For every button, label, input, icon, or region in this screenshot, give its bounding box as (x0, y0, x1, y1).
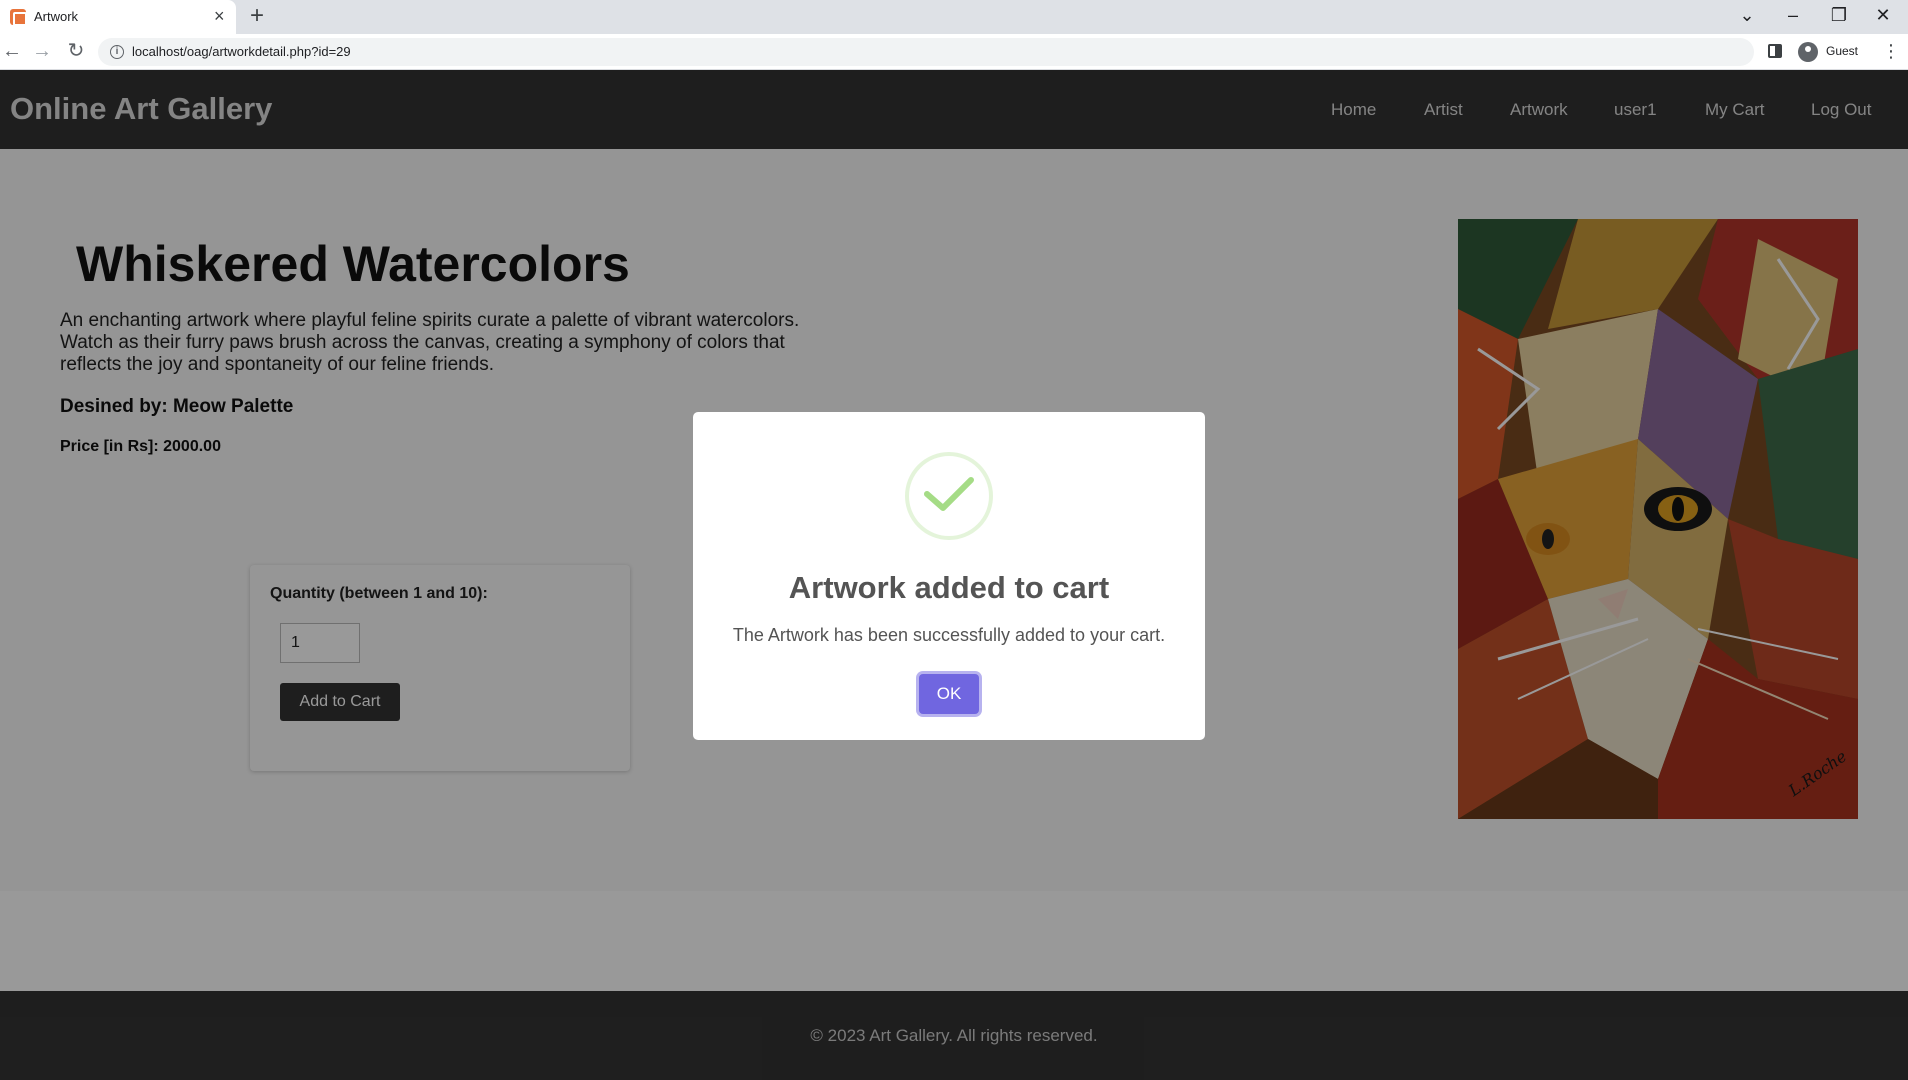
ok-button[interactable]: OK (919, 674, 979, 714)
profile-name: Guest (1826, 44, 1859, 58)
browser-toolbar: ← → ↻ i localhost/oag/artworkdetail.php?… (0, 34, 1908, 70)
side-panel-icon[interactable] (1768, 44, 1782, 58)
avatar-icon (1798, 42, 1818, 62)
browser-tab[interactable]: Artwork × (0, 0, 236, 34)
success-dialog: Artwork added to cart The Artwork has be… (693, 412, 1205, 740)
tab-title: Artwork (34, 9, 79, 24)
back-icon[interactable]: ← (0, 40, 24, 62)
forward-icon[interactable]: → (30, 40, 54, 62)
restore-icon[interactable]: ❐ (1824, 4, 1854, 26)
profile-button[interactable]: Guest (1792, 38, 1888, 66)
dialog-title: Artwork added to cart (788, 570, 1110, 605)
close-window-icon[interactable]: ✕ (1868, 4, 1898, 26)
url-text[interactable]: localhost/oag/artworkdetail.php?id=29 (132, 44, 351, 59)
address-bar[interactable]: i localhost/oag/artworkdetail.php?id=29 (98, 38, 1754, 66)
close-tab-icon[interactable]: × (214, 6, 225, 26)
minimize-icon[interactable]: – (1778, 4, 1808, 26)
new-tab-icon[interactable]: + (250, 3, 264, 29)
tab-search-icon[interactable]: ⌄ (1732, 4, 1762, 26)
reload-icon[interactable]: ↻ (64, 40, 88, 62)
checkmark-icon (905, 452, 993, 540)
site-info-icon[interactable]: i (110, 45, 124, 59)
favicon-icon (10, 9, 27, 26)
browser-tabbar: Artwork × + ⌄ – ❐ ✕ (0, 0, 1908, 34)
browser-menu-icon[interactable]: ⋮ (1882, 40, 1900, 62)
dialog-message: The Artwork has been successfully added … (732, 625, 1166, 645)
